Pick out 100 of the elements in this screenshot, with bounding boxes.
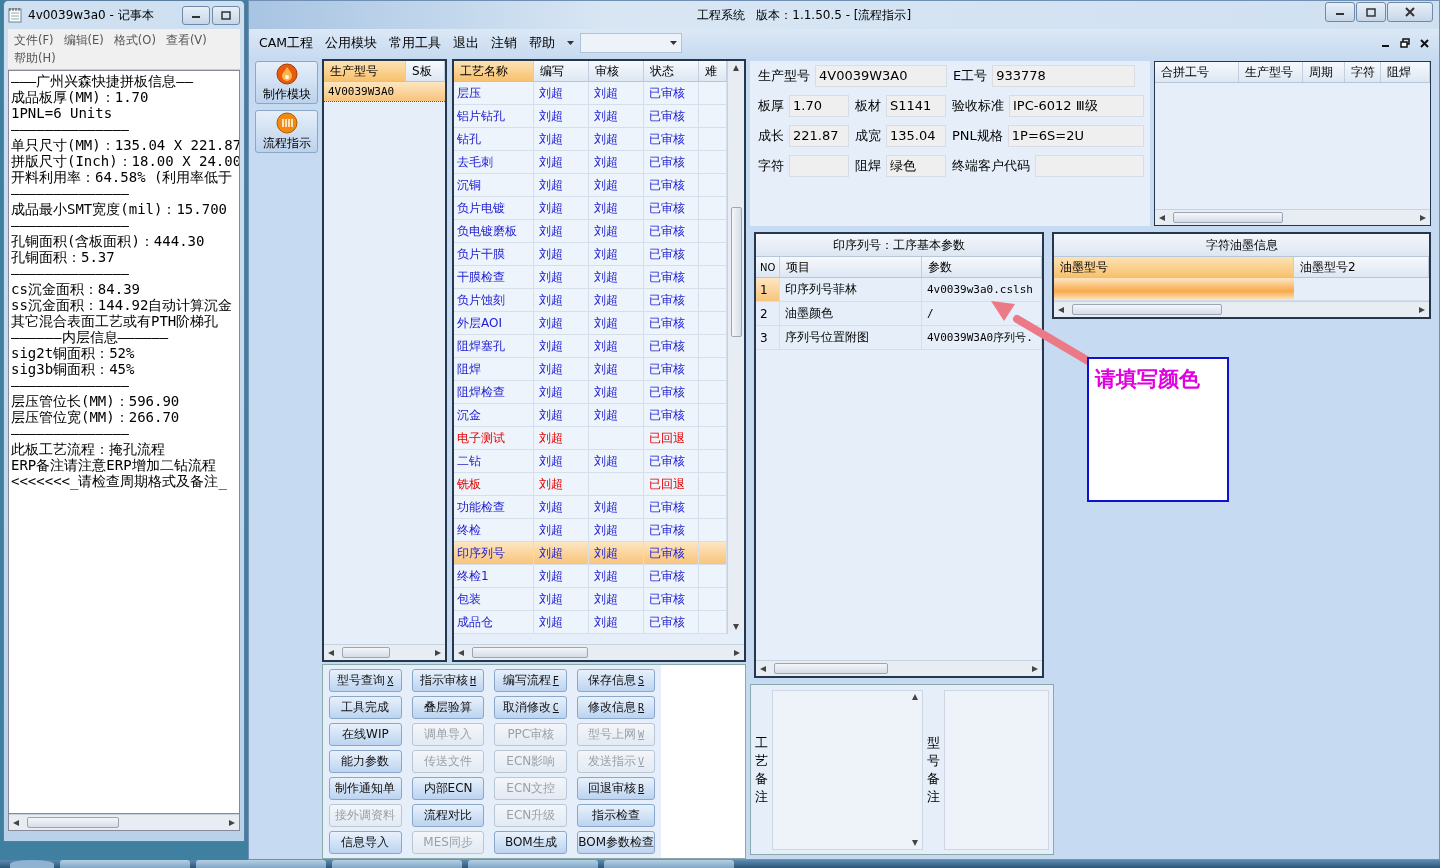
list-row[interactable]: 4V0039W3A0 <box>324 82 445 102</box>
left-arrow-icon[interactable] <box>328 649 334 656</box>
table-row[interactable]: 铝片钻孔 刘超 刘超 已审核 <box>454 105 727 128</box>
scrollbar[interactable] <box>756 660 1042 676</box>
action-button[interactable]: 制作通知单 <box>329 777 402 800</box>
table-row[interactable]: 包装 刘超 刘超 已审核 <box>454 588 727 611</box>
column-header[interactable]: 状态 <box>644 61 699 81</box>
scrollbar[interactable] <box>727 61 744 634</box>
menu-item[interactable]: 退出 <box>453 34 480 52</box>
column-header[interactable]: 编写 <box>534 61 589 81</box>
scrollbar[interactable] <box>1155 209 1430 225</box>
menu-item[interactable]: 注销 <box>491 34 518 52</box>
action-button[interactable]: 修改信息 R <box>577 696 655 719</box>
menu-item[interactable]: 帮助 <box>529 34 556 52</box>
taskbar-button[interactable] <box>332 860 462 868</box>
down-arrow-icon[interactable] <box>912 840 919 846</box>
action-button[interactable]: 回退审核 B <box>577 777 655 800</box>
down-arrow-icon[interactable] <box>733 624 739 630</box>
maximize-button[interactable] <box>1356 2 1386 22</box>
column-header[interactable]: 油墨型号2 <box>1294 257 1429 277</box>
right-arrow-icon[interactable] <box>229 819 235 826</box>
left-arrow-icon[interactable] <box>1058 306 1064 313</box>
dropdown[interactable] <box>580 33 683 53</box>
table-row[interactable]: 终检1 刘超 刘超 已审核 <box>454 565 727 588</box>
table-row[interactable]: 沉金 刘超 刘超 已审核 <box>454 404 727 427</box>
scrollbar[interactable] <box>324 644 445 660</box>
scroll-thumb[interactable] <box>27 817 119 828</box>
table-row[interactable]: 阻焊塞孔 刘超 刘超 已审核 <box>454 335 727 358</box>
action-button[interactable]: BOM参数检查 <box>577 831 655 854</box>
scrollbar[interactable] <box>1054 301 1429 317</box>
action-button[interactable]: 叠层验算 <box>411 696 485 719</box>
table-row[interactable]: 负片干膜 刘超 刘超 已审核 <box>454 243 727 266</box>
table-row[interactable]: 终检 刘超 刘超 已审核 <box>454 519 727 542</box>
column-header[interactable]: 合拼工号 <box>1155 62 1239 82</box>
table-row[interactable]: 去毛刺 刘超 刘超 已审核 <box>454 151 727 174</box>
action-button[interactable]: 流程对比 <box>411 804 485 827</box>
menu-item[interactable]: 查看(V) <box>165 31 207 49</box>
table-row[interactable]: 阻焊 刘超 刘超 已审核 <box>454 358 727 381</box>
action-button[interactable]: 工具完成 <box>329 696 402 719</box>
table-row[interactable]: 钻孔 刘超 刘超 已审核 <box>454 128 727 151</box>
up-arrow-icon[interactable] <box>912 694 919 700</box>
menu-item[interactable]: 编辑(E) <box>63 31 104 49</box>
action-button[interactable]: BOM生成 <box>494 831 568 854</box>
input-field[interactable]: 1P=6S=2U <box>1007 124 1144 147</box>
close-button[interactable] <box>1387 2 1433 22</box>
minimize-button[interactable] <box>182 5 210 25</box>
column-header[interactable]: 审核 <box>589 61 644 81</box>
action-button[interactable]: 型号查询 X <box>329 669 402 692</box>
input-field[interactable]: 4V0039W3A0 <box>815 64 947 87</box>
row-number[interactable]: 3 <box>756 326 780 349</box>
module-button[interactable]: 制作模块 <box>255 61 318 104</box>
input-field[interactable]: 933778 <box>992 64 1136 87</box>
start-button[interactable] <box>10 860 54 868</box>
action-button[interactable]: 信息导入 <box>329 831 402 854</box>
action-button[interactable]: 保存信息 S <box>577 669 655 692</box>
column-header[interactable]: 周期 <box>1303 62 1345 82</box>
action-button[interactable]: 内部ECN <box>411 777 485 800</box>
table-row[interactable]: 电子测试 刘超 已回退 <box>454 427 727 450</box>
column-header[interactable]: S板 <box>406 61 445 81</box>
action-button[interactable]: 编写流程 F <box>494 669 568 692</box>
column-header[interactable]: 字符 <box>1345 62 1381 82</box>
scroll-thumb[interactable] <box>1072 304 1222 315</box>
scrollbar[interactable] <box>454 644 744 660</box>
right-arrow-icon[interactable] <box>1420 214 1426 221</box>
close-icon[interactable] <box>1420 38 1429 48</box>
table-row[interactable]: 负片蚀刻 刘超 刘超 已审核 <box>454 289 727 312</box>
menu-item[interactable]: 公用模块 <box>325 34 378 52</box>
left-arrow-icon[interactable] <box>760 665 766 672</box>
table-row[interactable]: 成品仓 刘超 刘超 已审核 <box>454 611 727 634</box>
menu-item[interactable]: 帮助(H) <box>14 49 56 67</box>
table-row[interactable]: 沉铜 刘超 刘超 已审核 <box>454 174 727 197</box>
column-header[interactable]: NO <box>756 257 780 277</box>
taskbar-button[interactable] <box>468 860 598 868</box>
action-button[interactable]: 指示审核 H <box>411 669 485 692</box>
table-row[interactable]: 外层AOI 刘超 刘超 已审核 <box>454 312 727 335</box>
up-arrow-icon[interactable] <box>733 65 739 71</box>
table-row[interactable]: 阻焊检查 刘超 刘超 已审核 <box>454 381 727 404</box>
right-arrow-icon[interactable] <box>1032 665 1038 672</box>
maximize-button[interactable] <box>212 5 240 25</box>
table-row[interactable]: 铣板 刘超 已回退 <box>454 473 727 496</box>
column-header[interactable]: 项目 <box>780 257 922 277</box>
column-header[interactable]: 工艺名称 <box>454 61 534 81</box>
action-button[interactable]: 能力参数 <box>329 750 402 773</box>
input-field[interactable]: S1141 <box>886 94 946 117</box>
table-row[interactable]: 层压 刘超 刘超 已审核 <box>454 82 727 105</box>
column-header[interactable]: 参数 <box>922 257 1042 277</box>
menu-item[interactable]: 格式(O) <box>113 31 156 49</box>
right-arrow-icon[interactable] <box>1419 306 1425 313</box>
table-row[interactable]: 印序列号 刘超 刘超 已审核 <box>454 542 727 565</box>
scroll-thumb[interactable] <box>472 647 588 658</box>
menu-item[interactable]: 文件(F) <box>14 31 54 49</box>
table-row[interactable]: 二钻 刘超 刘超 已审核 <box>454 450 727 473</box>
menu-item[interactable]: 常用工具 <box>389 34 442 52</box>
text-area[interactable] <box>8 70 240 814</box>
table-row[interactable]: 负电镀磨板 刘超 刘超 已审核 <box>454 220 727 243</box>
column-header[interactable]: 生产型号 <box>324 61 406 81</box>
action-button[interactable]: 取消修改 C <box>494 696 568 719</box>
menu-item[interactable]: CAM工程 <box>259 34 314 52</box>
action-button[interactable]: 指示检查 <box>577 804 655 827</box>
taskbar-button[interactable] <box>196 860 326 868</box>
